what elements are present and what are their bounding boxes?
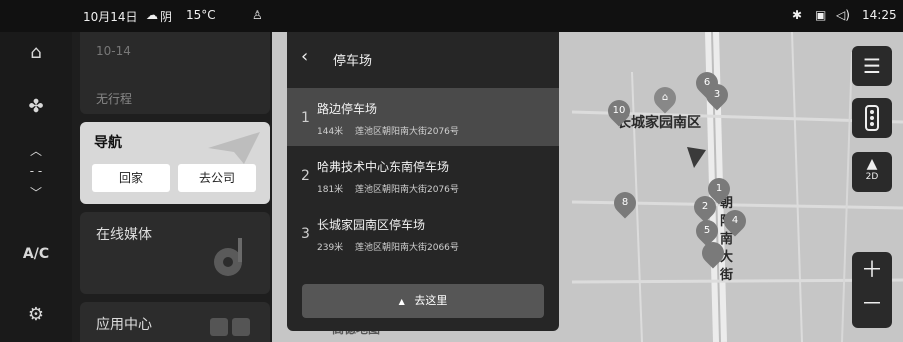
app-grid-icon bbox=[210, 318, 228, 336]
list-item[interactable]: 1 路边停车场 144米 莲池区朝阳南大街2076号 bbox=[287, 88, 559, 146]
app-grid-icon bbox=[232, 318, 250, 336]
north-arrow-icon: ▲ bbox=[866, 156, 878, 172]
map-street-char: 街 bbox=[720, 268, 734, 283]
cloud-icon: ☁ bbox=[146, 8, 158, 22]
traffic-light-icon bbox=[865, 105, 879, 131]
parking-panel: ‹ 停车场 1 路边停车场 144米 莲池区朝阳南大街2076号 2 哈弗技术中… bbox=[287, 32, 559, 331]
map-pin[interactable]: 5 bbox=[691, 215, 723, 247]
panel-title: 停车场 bbox=[333, 54, 373, 69]
item-distance: 181米 bbox=[317, 185, 344, 195]
navigation-arrow-icon bbox=[208, 132, 260, 164]
item-distance: 239米 bbox=[317, 243, 344, 253]
temp-display: - - bbox=[29, 164, 43, 178]
car-seat-icon[interactable]: ⌂ bbox=[0, 42, 72, 63]
go-here-button[interactable]: ▲ 去这里 bbox=[302, 284, 544, 318]
navigation-title: 导航 bbox=[94, 135, 122, 151]
fan-icon[interactable]: ✤ bbox=[0, 96, 72, 117]
go-here-label: 去这里 bbox=[414, 294, 448, 307]
temp-down-icon[interactable]: ﹀ bbox=[0, 184, 72, 201]
schedule-date: 10-14 bbox=[96, 44, 131, 58]
caret-up-icon: ▲ bbox=[398, 297, 405, 306]
phone-icon: ▣ bbox=[815, 8, 827, 22]
schedule-text: 无行程 bbox=[96, 92, 133, 106]
item-address: 莲池区朝阳南大街2076号 bbox=[355, 185, 459, 195]
settings-gear-icon[interactable]: ⚙ bbox=[0, 304, 72, 325]
item-name: 路边停车场 bbox=[317, 102, 378, 116]
app-center-title: 应用中心 bbox=[96, 317, 152, 333]
zoom-in-button[interactable]: ＋ bbox=[852, 252, 892, 290]
item-address: 莲池区朝阳南大街2076号 bbox=[355, 127, 459, 137]
schedule-card[interactable]: 10-14 无行程 bbox=[80, 32, 270, 114]
navigation-card[interactable]: 导航 回家 去公司 bbox=[80, 122, 270, 204]
map-pin[interactable]: 3 bbox=[701, 79, 733, 111]
media-title: 在线媒体 bbox=[96, 227, 152, 243]
zoom-control[interactable]: ＋ － bbox=[852, 252, 892, 328]
item-index: 1 bbox=[301, 110, 310, 126]
ac-button[interactable]: A/C bbox=[0, 246, 72, 262]
back-arrow-icon[interactable]: ‹ bbox=[301, 46, 308, 67]
temp-up-icon[interactable]: ︿ bbox=[0, 142, 72, 159]
left-rail: ⌂ ✤ ︿ - - ﹀ A/C ⚙ bbox=[0, 32, 72, 342]
menu-icon: ☰ bbox=[863, 54, 881, 78]
traffic-button[interactable] bbox=[852, 98, 892, 138]
map-pin[interactable]: 4 bbox=[719, 205, 751, 237]
status-temperature: 15°C bbox=[186, 8, 216, 22]
map-pin[interactable]: 10 bbox=[603, 95, 635, 127]
status-date: 10月14日 bbox=[83, 10, 138, 24]
list-item[interactable]: 3 长城家园南区停车场 239米 莲池区朝阳南大街2066号 bbox=[287, 204, 559, 262]
house-pin-icon[interactable]: ⌂ bbox=[649, 82, 681, 114]
music-note-icon bbox=[214, 238, 242, 276]
view-mode-label: 2D bbox=[865, 172, 879, 182]
menu-button[interactable]: ☰ bbox=[852, 46, 892, 86]
media-card[interactable]: 在线媒体 bbox=[80, 212, 270, 294]
bluetooth-icon: ✱ bbox=[792, 8, 803, 22]
item-index: 3 bbox=[301, 226, 310, 242]
map-pin[interactable]: 2 bbox=[689, 191, 721, 223]
app-center-card[interactable]: 应用中心 bbox=[80, 302, 270, 342]
volume-icon: ◁) bbox=[836, 8, 850, 22]
item-distance: 144米 bbox=[317, 127, 344, 137]
map-pin[interactable]: 8 bbox=[609, 187, 641, 219]
status-time: 14:25 bbox=[862, 8, 897, 22]
view-mode-button[interactable]: ▲ 2D bbox=[852, 152, 892, 192]
item-name: 长城家园南区停车场 bbox=[317, 218, 426, 232]
go-home-button[interactable]: 回家 bbox=[92, 164, 170, 192]
go-company-button[interactable]: 去公司 bbox=[178, 164, 256, 192]
item-name: 哈弗技术中心东南停车场 bbox=[317, 160, 450, 174]
user-icon[interactable]: ♙ bbox=[252, 8, 263, 22]
status-weather: 阴 bbox=[160, 10, 173, 24]
status-bar: 10月14日 ☁ 阴 15°C ♙ ✱ ▣ ◁) 14:25 bbox=[0, 0, 903, 32]
zoom-out-button[interactable]: － bbox=[852, 290, 892, 320]
item-address: 莲池区朝阳南大街2066号 bbox=[355, 243, 459, 253]
item-index: 2 bbox=[301, 168, 310, 184]
list-item[interactable]: 2 哈弗技术中心东南停车场 181米 莲池区朝阳南大街2076号 bbox=[287, 146, 559, 204]
